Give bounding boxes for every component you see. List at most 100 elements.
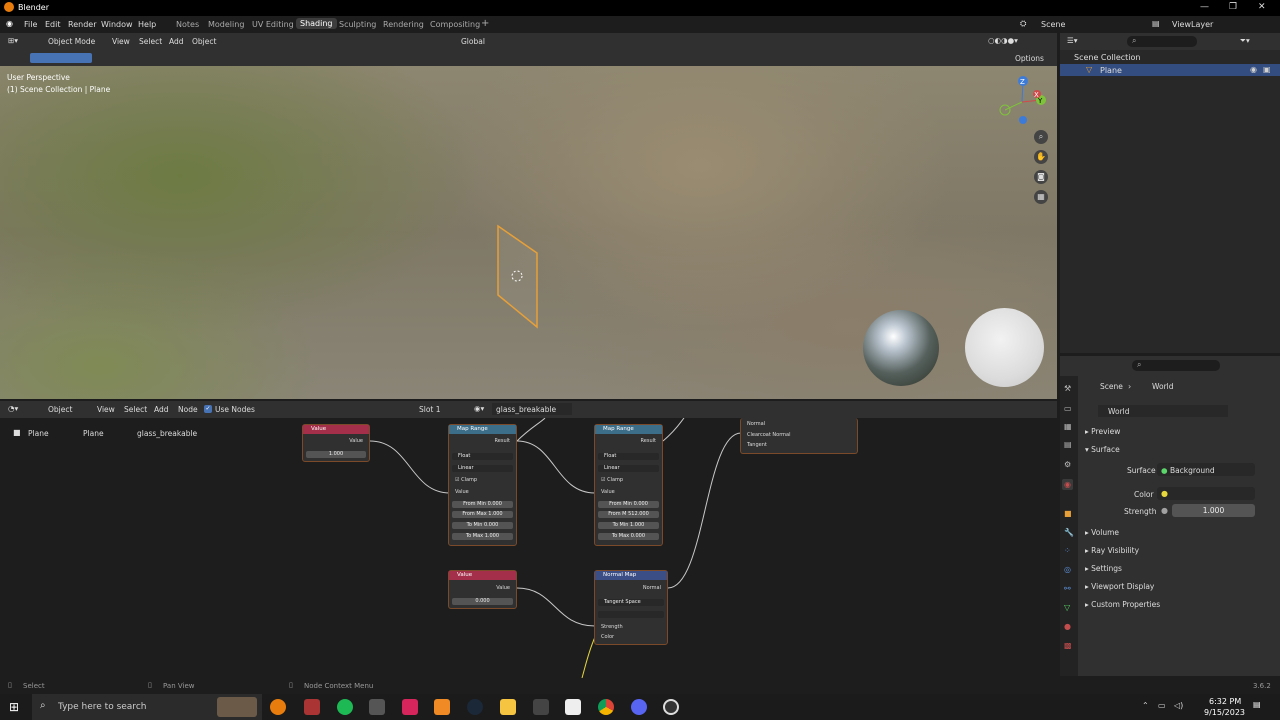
map-range-1-clamp[interactable]: ☑ Clamp (455, 477, 477, 483)
panel-custom-properties[interactable]: ▸ Custom Properties (1085, 600, 1275, 614)
volume-icon[interactable]: ◁) (1174, 701, 1183, 710)
map-range-1-from-min[interactable]: From Min 0.000 (452, 501, 513, 508)
map-range-2-clamp[interactable]: ☑ Clamp (601, 477, 623, 483)
close-icon[interactable]: ✕ (1258, 2, 1266, 12)
tab-notes[interactable]: Notes (176, 20, 199, 29)
render-camera-icon[interactable]: ▣ (1263, 65, 1271, 74)
material-name-field[interactable]: glass_breakable (492, 403, 572, 415)
scene-name[interactable]: Scene (1041, 20, 1065, 29)
outliner-item-plane[interactable]: ▽ Plane ◉ ▣ (1060, 64, 1280, 76)
strength-field[interactable]: 1.000 (1172, 504, 1255, 517)
menu-render[interactable]: Render (68, 20, 96, 29)
app-clock-icon[interactable] (663, 699, 679, 715)
physics-tab-icon[interactable]: ◎ (1064, 565, 1071, 574)
menu-view[interactable]: View (112, 37, 130, 46)
minimize-icon[interactable]: — (1200, 2, 1209, 12)
scene-collection-label[interactable]: Scene Collection (1074, 53, 1141, 62)
normal-map-node[interactable]: Normal Map Normal Tangent Space Strength… (594, 570, 668, 645)
world-tab-icon[interactable]: ◉ (1062, 479, 1073, 490)
surface-shader-field[interactable]: ● Background (1157, 463, 1255, 476)
panel-preview[interactable]: ▸ Preview (1085, 427, 1275, 441)
shading-modes-icon[interactable]: ○◐◑●▾ (988, 36, 1018, 45)
panel-volume[interactable]: ▸ Volume (1085, 528, 1275, 542)
node-menu-select[interactable]: Select (124, 405, 147, 414)
panel-surface[interactable]: ▾ Surface (1085, 445, 1275, 459)
tab-shading[interactable]: Shading (296, 18, 337, 29)
color-field[interactable]: ● (1157, 487, 1255, 500)
filter-icon[interactable]: ⏷▾ (1240, 36, 1250, 46)
map-range-1-from-max[interactable]: From Max 1.000 (452, 511, 513, 518)
tab-compositing[interactable]: Compositing (430, 20, 480, 29)
object-type-select[interactable]: Object (48, 405, 72, 414)
discord-icon[interactable] (631, 699, 647, 715)
texture-tab-icon[interactable]: ▩ (1064, 641, 1072, 650)
menu-help[interactable]: Help (138, 20, 156, 29)
windows-start-icon[interactable]: ⊞ (9, 700, 19, 714)
map-range-1-to-min[interactable]: To Min 0.000 (452, 522, 513, 529)
map-range-node-2[interactable]: Map Range Result Float Linear ☑ Clamp Va… (594, 424, 663, 546)
map-range-node-1[interactable]: Map Range Result Float Linear ☑ Clamp Va… (448, 424, 517, 546)
navigation-gizmo[interactable]: Z Y X (995, 72, 1050, 132)
taskbar-search-box[interactable]: ⌕ Type here to search (32, 694, 262, 720)
app-red-icon[interactable] (402, 699, 418, 715)
render-tab-icon[interactable]: ▭ (1064, 404, 1072, 413)
editor-type-icon[interactable]: ⊞▾ (8, 36, 18, 45)
zoom-icon[interactable]: ⌕ (1034, 130, 1048, 144)
steam-icon[interactable] (467, 699, 483, 715)
3d-viewport[interactable]: User Perspective (1) Scene Collection | … (0, 66, 1057, 399)
tab-rendering[interactable]: Rendering (383, 20, 424, 29)
view-layer-tab-icon[interactable]: ▤ (1064, 440, 1072, 449)
principled-bsdf-node-partial[interactable]: Normal Clearcoat Normal Tangent (740, 418, 858, 454)
map-range-1-type[interactable]: Float (452, 453, 513, 460)
viewlayer-name[interactable]: ViewLayer (1172, 20, 1213, 29)
map-range-2-interp[interactable]: Linear (598, 465, 659, 472)
panel-ray-visibility[interactable]: ▸ Ray Visibility (1085, 546, 1275, 560)
outliner-editor-icon[interactable]: ☰▾ (1067, 36, 1078, 45)
value-node-1-field[interactable]: 1.000 (306, 451, 366, 458)
node-editor-canvas[interactable]: ■ Plane Plane glass_breakable Value Valu… (0, 418, 1057, 678)
tab-uv-editing[interactable]: UV Editing (252, 20, 294, 29)
grid-view-icon[interactable]: ▦ (1034, 190, 1048, 204)
blender-menu-icon[interactable]: ◉ (6, 19, 13, 28)
pan-hand-icon[interactable]: ✋ (1034, 150, 1048, 164)
map-range-2-to-max[interactable]: To Max 0.000 (598, 533, 659, 540)
tray-chevron-icon[interactable]: ⌃ (1142, 701, 1149, 710)
map-range-2-to-min[interactable]: To Min 1.000 (598, 522, 659, 529)
app-taskbar-icon[interactable] (304, 699, 320, 715)
properties-search-field[interactable]: ⌕ (1132, 360, 1220, 371)
taskbar-date[interactable]: 9/15/2023 (1204, 708, 1245, 717)
slot-select[interactable]: Slot 1 (419, 405, 441, 414)
transform-orientation[interactable]: Global (461, 37, 485, 46)
scene-tab-icon[interactable]: ⚙ (1064, 460, 1071, 469)
notification-icon[interactable]: ▤ (1253, 700, 1261, 709)
file-explorer-icon[interactable] (500, 699, 516, 715)
menu-add[interactable]: Add (169, 37, 184, 46)
options-button[interactable]: Options (1015, 54, 1044, 63)
outliner-search-field[interactable]: ⌕ (1127, 36, 1197, 47)
app-creeper-icon[interactable] (565, 699, 581, 715)
menu-object[interactable]: Object (192, 37, 216, 46)
visibility-eye-icon[interactable]: ◉ (1250, 65, 1257, 74)
select-box-icon[interactable] (30, 53, 92, 63)
value-node-1[interactable]: Value Value 1.000 (302, 424, 370, 462)
node-editor-type-icon[interactable]: ◔▾ (8, 404, 18, 413)
data-tab-icon[interactable]: ▽ (1064, 603, 1070, 612)
network-icon[interactable]: ▭ (1158, 701, 1166, 710)
panel-settings[interactable]: ▸ Settings (1085, 564, 1275, 578)
menu-file[interactable]: File (24, 20, 37, 29)
material-tab-icon[interactable]: ● (1064, 622, 1071, 631)
use-nodes-checkbox[interactable]: ✓ (204, 405, 212, 413)
menu-edit[interactable]: Edit (45, 20, 61, 29)
map-range-1-interp[interactable]: Linear (452, 465, 513, 472)
value-node-2-field[interactable]: 0.000 (452, 598, 513, 605)
output-tab-icon[interactable]: ▦ (1064, 422, 1072, 431)
add-workspace-icon[interactable]: + (481, 18, 489, 29)
camera-icon[interactable]: ◙ (1034, 170, 1048, 184)
maximize-icon[interactable]: ❐ (1229, 2, 1237, 12)
selected-plane-object[interactable] (490, 221, 550, 331)
object-tab-icon[interactable]: ■ (1064, 509, 1072, 518)
normal-map-uv-field[interactable] (598, 611, 664, 618)
value-node-2[interactable]: Value Value 0.000 (448, 570, 517, 609)
world-name-field[interactable]: World (1098, 405, 1228, 417)
menu-select[interactable]: Select (139, 37, 162, 46)
